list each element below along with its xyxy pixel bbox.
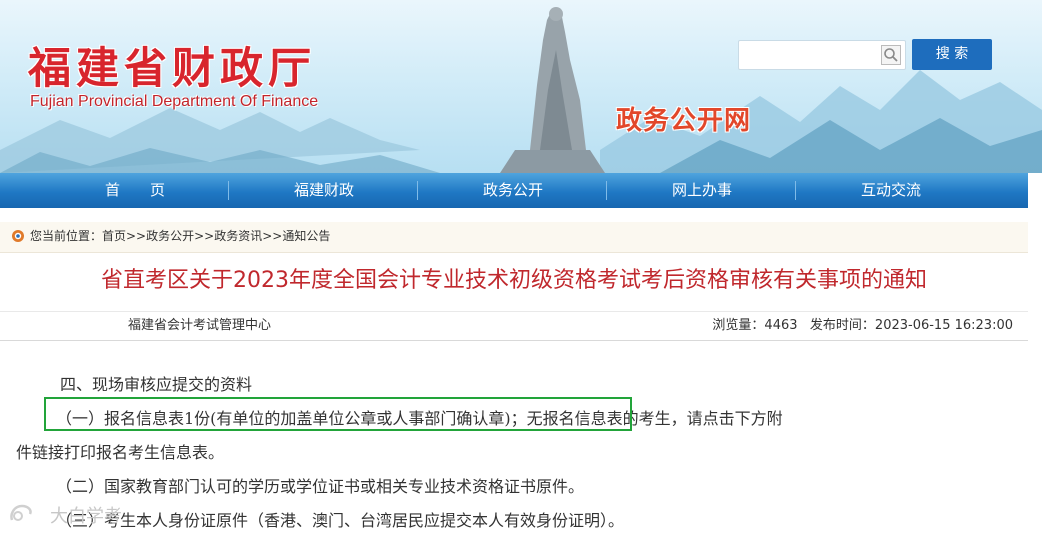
watermark-logo-icon: [10, 504, 32, 521]
search-icon[interactable]: [881, 45, 901, 65]
site-logo-chinese: 福建省财政厅: [28, 44, 316, 94]
nav-divider: [795, 181, 796, 200]
search-input[interactable]: [738, 40, 906, 70]
breadcrumb-path[interactable]: 您当前位置：首页>>政务公开>>政务资讯>>通知公告: [30, 222, 330, 250]
article-title: 省直考区关于2023年度全国会计专业技术初级资格考试考后资格审核有关事项的通知: [101, 268, 927, 293]
subsite-title: 政务公开网: [616, 106, 752, 136]
article-source: 福建省会计考试管理中心: [128, 318, 272, 333]
watermark-text: 大白学考: [50, 506, 122, 527]
publish-time: 发布时间：2023-06-15 16:23:00: [809, 318, 1013, 333]
nav-item-online-services[interactable]: 网上办事: [627, 173, 777, 208]
nav-item-interaction[interactable]: 互动交流: [816, 173, 966, 208]
search-button[interactable]: 搜 索: [912, 39, 992, 70]
article-stats: 浏览量：4463 发布时间：2023-06-15 16:23:00: [712, 312, 1013, 340]
nav-divider: [606, 181, 607, 200]
site-banner: 福建省财政厅 Fujian Provincial Department Of F…: [0, 0, 1042, 173]
paragraph-item-2: （二）国家教育部门认可的学历或学位证书或相关专业技术资格证书原件。: [56, 477, 585, 496]
paragraph-item-1-continued: 件链接打印报名考生信息表。: [16, 443, 225, 462]
nav-item-government-affairs[interactable]: 政务公开: [438, 173, 588, 208]
highlight-annotation-box: [44, 397, 632, 431]
nav-divider: [228, 181, 229, 200]
location-pin-icon: [12, 230, 24, 242]
paragraph-item-3: （三）考生本人身份证原件（香港、澳门、台湾居民应提交本人有效身份证明）。: [56, 511, 625, 530]
breadcrumb: 您当前位置：首页>>政务公开>>政务资讯>>通知公告: [0, 222, 1028, 253]
article-meta: 福建省会计考试管理中心 浏览量：4463 发布时间：2023-06-15 16:…: [0, 311, 1028, 341]
main-nav: 首 页 福建财政 政务公开 网上办事 互动交流: [0, 173, 1028, 208]
site-logo-english: Fujian Provincial Department Of Finance: [30, 93, 319, 110]
nav-item-fujian-finance[interactable]: 福建财政: [249, 173, 399, 208]
nav-item-home[interactable]: 首 页: [60, 173, 210, 208]
section-heading: 四、现场审核应提交的资料: [60, 375, 253, 394]
view-count: 浏览量：4463: [712, 318, 798, 333]
nav-divider: [417, 181, 418, 200]
